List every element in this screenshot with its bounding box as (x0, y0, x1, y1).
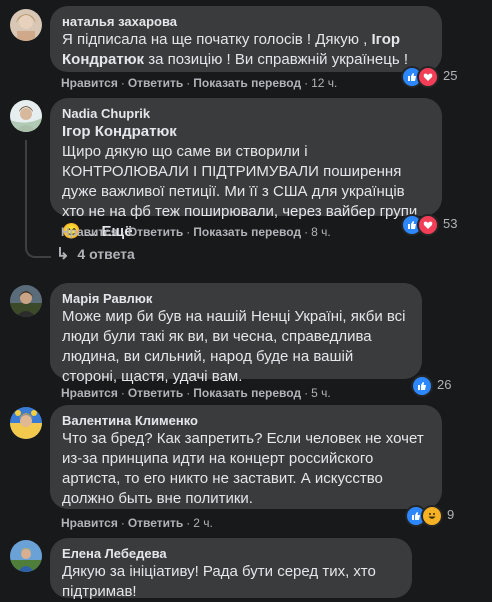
like-action[interactable]: Нравится (61, 225, 118, 239)
like-action[interactable]: Нравится (61, 516, 118, 530)
haha-icon (421, 505, 443, 527)
avatar[interactable] (10, 285, 42, 317)
comment-author[interactable]: Марія Равлюк (62, 290, 410, 307)
reaction-count: 9 (447, 506, 455, 522)
comment-bubble: Елена Лебедева Дякую за ініціативу! Рада… (50, 538, 412, 600)
reply-arrow-icon: ↳ (56, 246, 70, 263)
reaction-summary[interactable]: 25 (401, 64, 458, 88)
comment-text-part: за позицію ! Ви справжній українець ! (144, 51, 408, 68)
translate-action[interactable]: Показать перевод (193, 76, 301, 90)
like-action[interactable]: Нравится (61, 386, 118, 400)
comment-bubble: Марія Равлюк Може мир би був на нашій Не… (50, 283, 422, 385)
comment-bubble: Nadia Chuprik Ігор Кондратюк Щиро дякую щ… (50, 98, 442, 240)
reaction-count: 25 (443, 67, 458, 83)
love-icon (417, 66, 439, 88)
comment-text: Что за бред? Как запретить? Если человек… (62, 430, 424, 507)
thread-line (25, 140, 51, 258)
comment-time[interactable]: 2 ч. (193, 516, 213, 530)
reaction-count: 26 (437, 376, 452, 392)
comment-actions: Нравится · Ответить · 2 ч. (61, 516, 213, 530)
comment-time[interactable]: 5 ч. (311, 386, 331, 400)
comment-author[interactable]: Nadia Chuprik (62, 105, 430, 122)
comment-actions: Нравится · Ответить · Показать перевод · 8 ч. (61, 225, 331, 239)
comment-author[interactable]: Елена Лебедева (62, 545, 400, 562)
comment-author[interactable]: Валентина Клименко (62, 412, 430, 429)
avatar[interactable] (10, 9, 42, 41)
comment-bubble: Валентина Клименко Что за бред? Как запр… (50, 405, 442, 509)
view-replies-link[interactable]: ↳ 4 ответа (56, 244, 135, 264)
like-icon (411, 375, 433, 397)
replies-count: 4 ответа (77, 246, 135, 262)
avatar[interactable] (10, 540, 42, 572)
reaction-count: 53 (443, 215, 458, 231)
translate-action[interactable]: Показать перевод (193, 386, 301, 400)
comment-bubble: наталья захарова Я підписала на ще почат… (50, 6, 442, 72)
love-icon (417, 214, 439, 236)
comment-author[interactable]: наталья захарова (62, 13, 430, 30)
mention-link[interactable]: Ігор Кондратюк (62, 122, 430, 142)
comment-text-part: Я підписала на ще початку голосів ! Дяку… (62, 31, 372, 48)
comment-text: Дякую за ініціативу! Рада бути серед тих… (62, 563, 376, 600)
like-action[interactable]: Нравится (61, 76, 118, 90)
comment-actions: Нравится · Ответить · Показать перевод · 5 ч. (61, 386, 331, 400)
avatar[interactable] (10, 407, 42, 439)
comment-time[interactable]: 8 ч. (311, 225, 331, 239)
reply-action[interactable]: Ответить (128, 516, 183, 530)
reply-action[interactable]: Ответить (128, 76, 183, 90)
reaction-summary[interactable]: 9 (405, 503, 455, 527)
reply-action[interactable]: Ответить (128, 386, 183, 400)
translate-action[interactable]: Показать перевод (193, 225, 301, 239)
avatar[interactable] (10, 100, 42, 132)
comment-text: Може мир би був на нашій Ненці Україні, … (62, 308, 406, 385)
comment-text: Я підписала на ще початку голосів ! Дяку… (62, 30, 430, 70)
reply-action[interactable]: Ответить (128, 225, 183, 239)
comment-time[interactable]: 12 ч. (311, 76, 337, 90)
reaction-summary[interactable]: 53 (401, 212, 458, 236)
reaction-summary[interactable]: 26 (411, 373, 452, 397)
comment-actions: Нравится · Ответить · Показать перевод · 12 ч. (61, 76, 338, 90)
